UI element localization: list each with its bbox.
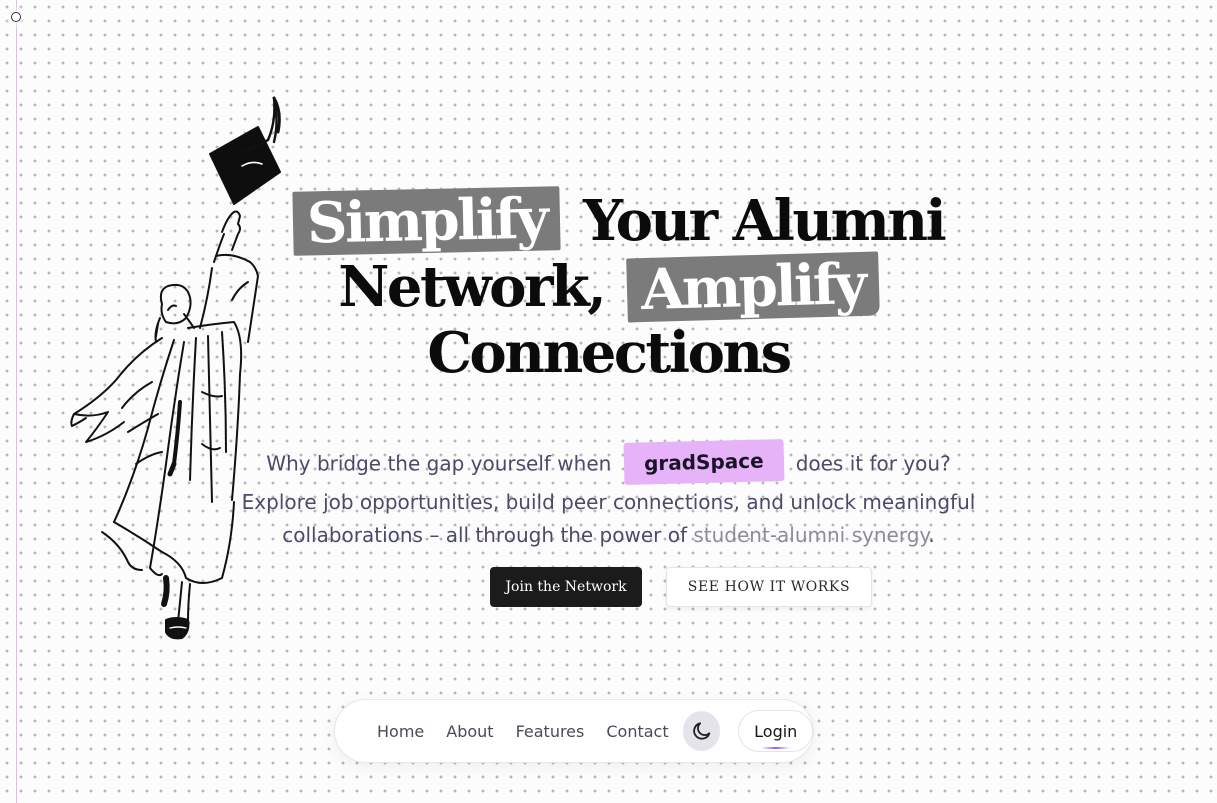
nav-link-about[interactable]: About [446,722,493,741]
theme-toggle-button[interactable] [682,711,721,751]
subtitle-prefix: Why bridge the gap yourself when [266,451,612,476]
hero-title-line-2: Network, Amplify [0,251,1217,323]
cta-group: Join the Network SEE HOW IT WORKS [490,567,872,609]
subtitle-line-3-prefix: collaborations – all through the power o… [282,523,687,547]
nav-link-features[interactable]: Features [516,722,585,741]
subtitle-line-3: collaborations – all through the power o… [0,519,1217,552]
subtitle-line-1: Why bridge the gap yourself when gradSpa… [0,439,1217,486]
nav-link-contact[interactable]: Contact [606,722,668,741]
title-text-your-alumni: Your Alumni [582,188,947,254]
brand-name-badge: gradSpace [623,439,784,485]
hero-title-line-3: Connections [0,320,1217,386]
subtitle-line-2: Explore job opportunities, build peer co… [241,490,976,514]
subtitle-suffix: does it for you? [795,451,951,476]
subtitle-highlight-synergy: student-alumni synergy [693,523,929,547]
subtitle-line-3-suffix: . [928,523,935,547]
see-how-it-works-button[interactable]: SEE HOW IT WORKS [666,567,872,607]
hero-title-line-1: Simplify Your Alumni [0,186,1217,256]
title-highlight-amplify: Amplify [626,251,880,323]
left-accent-line [16,0,17,803]
join-network-button[interactable]: Join the Network [490,567,642,607]
title-text-network: Network, [338,254,607,320]
moon-icon [692,722,710,740]
login-button[interactable]: Login [738,710,813,752]
hero-title: Simplify Your Alumni Network, Amplify Co… [0,186,1217,386]
cursor-indicator [11,12,21,22]
nav-link-home[interactable]: Home [377,722,424,741]
title-text-connections: Connections [427,320,792,386]
title-highlight-simplify: Simplify [292,186,561,256]
bottom-nav-bar: Home About Features Contact Login [334,699,814,763]
hero-subtitle: Why bridge the gap yourself when gradSpa… [0,439,1217,552]
